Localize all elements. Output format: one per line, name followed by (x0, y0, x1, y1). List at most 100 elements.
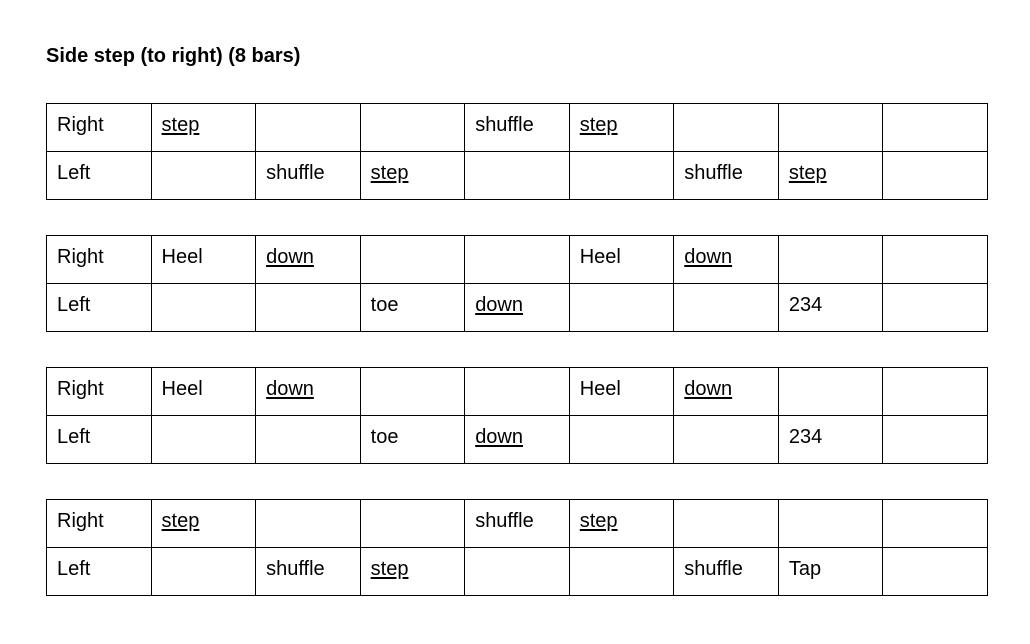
table-cell: shuffle (255, 547, 361, 596)
cell-text: shuffle (475, 510, 534, 532)
row-label: Left (57, 294, 91, 316)
table-cell (882, 151, 988, 200)
table-cell (464, 367, 570, 416)
cell-text: step (370, 558, 409, 580)
cell-text: shuffle (475, 114, 534, 136)
table-cell: down (673, 235, 779, 284)
cell-text: step (161, 510, 200, 532)
cell-text: step (579, 510, 618, 532)
cell-text: down (684, 378, 733, 400)
table-cell: shuffle (255, 151, 361, 200)
cell-text: Heel (579, 246, 621, 268)
cell-text: down (266, 246, 314, 268)
table-row-left: Left toe down 234 (46, 283, 988, 332)
row-label: Left (57, 426, 91, 448)
row-label-cell: Left (46, 151, 152, 200)
table-cell (568, 547, 675, 596)
table-cell: step (359, 547, 466, 596)
table-cell: Heel (568, 367, 675, 416)
table-cell: step (568, 103, 675, 152)
table-cell (673, 415, 779, 464)
table-cell: shuffle (673, 547, 779, 596)
table-cell: 234 (777, 283, 884, 332)
row-label-cell: Right (46, 103, 152, 152)
row-label: Right (57, 114, 104, 136)
table-cell: step (150, 499, 257, 548)
table-cell (777, 235, 884, 284)
table-cell: 234 (777, 415, 884, 464)
table-cell (673, 103, 779, 152)
table-cell (777, 103, 884, 152)
cell-text: down (475, 294, 523, 316)
cell-text: Heel (161, 246, 203, 268)
table-cell (777, 499, 884, 548)
table-cell: down (255, 235, 361, 284)
table-cell (464, 547, 570, 596)
table-cell (882, 415, 988, 464)
cell-text: down (266, 378, 314, 400)
table-cell (464, 151, 570, 200)
table-cell: toe (359, 283, 466, 332)
table-cell (150, 415, 257, 464)
cell-text: shuffle (684, 162, 743, 184)
cell-text: step (161, 114, 200, 136)
table-cell (150, 283, 257, 332)
table-cell: down (464, 415, 570, 464)
table-row-right: Right step shuffle step (46, 103, 988, 152)
table-cell: down (464, 283, 570, 332)
table-cell (882, 235, 988, 284)
cell-text: toe (370, 426, 399, 448)
cell-text: down (684, 246, 733, 268)
table-cell (882, 103, 988, 152)
table-row-left: Left shuffle step shuffle step (46, 151, 988, 200)
table-row-left: Left toe down 234 (46, 415, 988, 464)
cell-text: toe (370, 294, 399, 316)
table-cell (882, 283, 988, 332)
table-cell (359, 103, 466, 152)
table-cell (255, 283, 361, 332)
table-cell: shuffle (464, 499, 570, 548)
row-label: Right (57, 378, 104, 400)
cell-text: shuffle (684, 558, 743, 580)
table-cell (882, 367, 988, 416)
table-cell: Heel (150, 235, 257, 284)
table-cell (359, 499, 466, 548)
cell-text: 234 (788, 426, 823, 448)
table-cell (568, 151, 675, 200)
step-table: Right Heel down Heel down Left toe down 234 (46, 367, 988, 464)
document-title: Side step (to right) (8 bars) (46, 45, 301, 67)
table-cell (777, 367, 884, 416)
cell-text: Heel (579, 378, 621, 400)
table-cell: Heel (568, 235, 675, 284)
table-row-right: Right Heel down Heel down (46, 367, 988, 416)
cell-text: step (370, 162, 409, 184)
cell-text: Tap (788, 558, 822, 580)
row-label-cell: Right (46, 367, 152, 416)
row-label-cell: Left (46, 547, 152, 596)
row-label: Right (57, 510, 104, 532)
table-cell: step (777, 151, 884, 200)
row-label-cell: Left (46, 283, 152, 332)
table-cell (568, 415, 675, 464)
table-cell (150, 151, 257, 200)
row-label: Left (57, 162, 91, 184)
table-row-right: Right Heel down Heel down (46, 235, 988, 284)
table-cell (882, 547, 988, 596)
row-label: Left (57, 558, 91, 580)
cell-text: step (579, 114, 618, 136)
row-label-cell: Right (46, 235, 152, 284)
step-table: Right Heel down Heel down Left toe down 234 (46, 235, 988, 332)
table-cell (568, 283, 675, 332)
table-cell (673, 283, 779, 332)
table-cell (464, 235, 570, 284)
table-cell (255, 415, 361, 464)
table-cell (882, 499, 988, 548)
table-row-left: Left shuffle step shuffle Tap (46, 547, 988, 596)
cell-text: down (475, 426, 523, 448)
row-label: Right (57, 246, 104, 268)
table-cell: shuffle (673, 151, 779, 200)
step-table: Right step shuffle step Left shuffle step shuff… (46, 499, 988, 596)
row-label-cell: Left (46, 415, 152, 464)
table-cell (673, 499, 779, 548)
table-cell: Heel (150, 367, 257, 416)
